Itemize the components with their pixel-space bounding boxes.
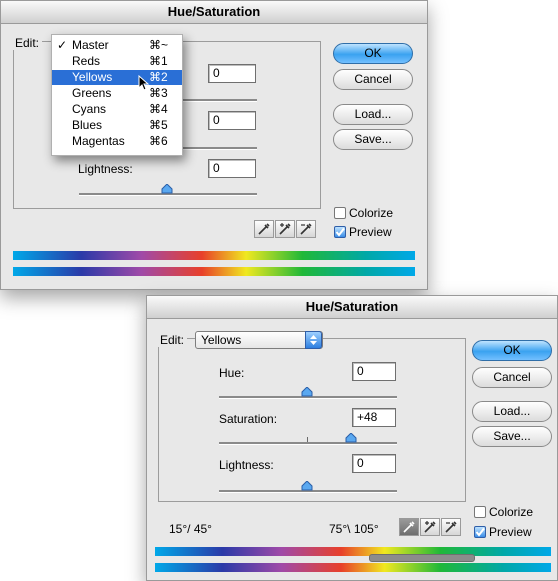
- menu-item-master[interactable]: ✓ Master ⌘~: [52, 38, 182, 53]
- menu-item-label: Cyans: [72, 102, 107, 116]
- save-button[interactable]: Save...: [333, 129, 413, 150]
- eyedropper-plus-icon[interactable]: [275, 220, 295, 238]
- spectrum-bar-bottom: [155, 563, 551, 572]
- menu-item-shortcut: ⌘~: [149, 38, 169, 52]
- eyedropper-plus-icon[interactable]: [420, 518, 440, 536]
- edit-group: [158, 338, 466, 502]
- menu-item-label: Reds: [72, 54, 101, 68]
- colorize-label: Colorize: [349, 206, 394, 220]
- hue-saturation-dialog-2: Hue/Saturation Edit: Yellows Hue: 0 Satu…: [146, 295, 558, 581]
- lightness-slider-thumb[interactable]: [161, 184, 173, 194]
- mouse-cursor-icon: [138, 74, 150, 91]
- range-right-readout: 75°\ 105°: [329, 522, 379, 536]
- edit-label: Edit:: [12, 36, 43, 50]
- hue-label: Hue:: [219, 366, 245, 380]
- ok-button[interactable]: OK: [333, 43, 413, 64]
- menu-item-magentas[interactable]: Magentas ⌘6: [52, 134, 182, 149]
- edit-dropdown[interactable]: Yellows: [195, 331, 323, 349]
- menu-item-label: Magentas: [72, 134, 125, 148]
- menu-item-shortcut: ⌘1: [149, 54, 168, 68]
- lightness-label: Lightness:: [78, 162, 133, 176]
- hue-slider-thumb[interactable]: [301, 387, 313, 397]
- cancel-button[interactable]: Cancel: [333, 69, 413, 90]
- lightness-label: Lightness:: [219, 458, 274, 472]
- menu-item-label: Yellows: [72, 70, 113, 84]
- checkmark-icon: ✓: [57, 38, 68, 52]
- spectrum-bar-bottom: [13, 267, 415, 276]
- preview-checkbox[interactable]: [474, 526, 486, 538]
- lightness-field[interactable]: 0: [208, 159, 256, 178]
- edit-label: Edit:: [157, 333, 188, 347]
- eyedropper-minus-icon[interactable]: [441, 518, 461, 536]
- lightness-slider-thumb[interactable]: [301, 481, 313, 491]
- menu-item-blues[interactable]: Blues ⌘5: [52, 118, 182, 133]
- menu-item-shortcut: ⌘5: [149, 118, 168, 132]
- eyedropper-icon[interactable]: [254, 220, 274, 238]
- colorize-checkbox[interactable]: [474, 506, 486, 518]
- edit-dropdown-value: Yellows: [201, 333, 242, 347]
- preview-label: Preview: [489, 525, 532, 539]
- dialog-title: Hue/Saturation: [1, 1, 427, 24]
- saturation-label: Saturation:: [219, 412, 278, 426]
- colorize-label: Colorize: [489, 505, 534, 519]
- saturation-slider-track[interactable]: [219, 442, 397, 445]
- menu-item-shortcut: ⌘4: [149, 102, 168, 116]
- load-button[interactable]: Load...: [472, 401, 552, 422]
- menu-item-cyans[interactable]: Cyans ⌘4: [52, 102, 182, 117]
- saturation-field[interactable]: 0: [208, 111, 256, 130]
- preview-label: Preview: [349, 225, 392, 239]
- menu-item-label: Greens: [72, 86, 112, 100]
- range-left-readout: 15°/ 45°: [169, 522, 212, 536]
- lightness-field[interactable]: 0: [352, 454, 396, 473]
- cancel-button[interactable]: Cancel: [472, 367, 552, 388]
- hue-field[interactable]: 0: [208, 64, 256, 83]
- hue-field[interactable]: 0: [352, 362, 396, 381]
- hue-saturation-dialog-1: Hue/Saturation Edit: 0 0 Lightness: 0 OK…: [0, 0, 428, 290]
- dropdown-arrows-icon: [305, 331, 322, 349]
- color-range-slider[interactable]: [369, 554, 475, 562]
- menu-item-label: Master: [72, 38, 109, 52]
- spectrum-bar-top: [155, 547, 551, 556]
- menu-item-yellows[interactable]: Yellows ⌘2: [52, 70, 182, 85]
- spectrum-bar-top: [13, 251, 415, 260]
- menu-item-label: Blues: [72, 118, 103, 132]
- menu-item-shortcut: ⌘2: [149, 70, 168, 84]
- preview-checkbox[interactable]: [334, 226, 346, 238]
- saturation-center-tick: [307, 437, 308, 442]
- load-button[interactable]: Load...: [333, 104, 413, 125]
- menu-item-reds[interactable]: Reds ⌘1: [52, 54, 182, 69]
- saturation-slider-thumb[interactable]: [345, 433, 357, 443]
- edit-dropdown-menu: ✓ Master ⌘~ Reds ⌘1 Yellows ⌘2 Greens ⌘3…: [51, 34, 183, 156]
- eyedropper-minus-icon[interactable]: [296, 220, 316, 238]
- eyedropper-icon[interactable]: [399, 518, 419, 536]
- colorize-checkbox[interactable]: [334, 207, 346, 219]
- dialog-title: Hue/Saturation: [147, 296, 557, 319]
- saturation-field[interactable]: +48: [352, 408, 396, 427]
- menu-item-greens[interactable]: Greens ⌘3: [52, 86, 182, 101]
- menu-item-shortcut: ⌘6: [149, 134, 168, 148]
- menu-item-shortcut: ⌘3: [149, 86, 168, 100]
- save-button[interactable]: Save...: [472, 426, 552, 447]
- ok-button[interactable]: OK: [472, 340, 552, 361]
